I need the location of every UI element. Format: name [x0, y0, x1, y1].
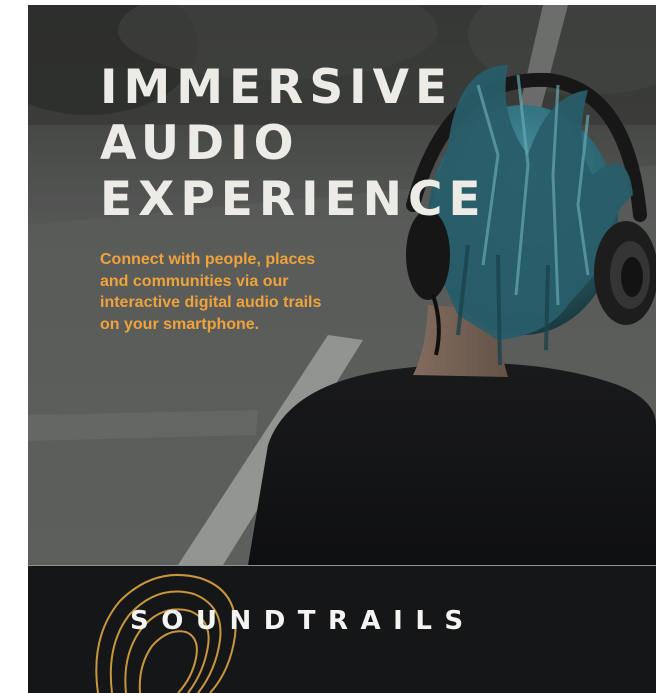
hero-photo: IMMERSIVE AUDIO EXPERIENCE Connect with … [28, 5, 656, 565]
footer-banner: SOUNDTRAILS [28, 566, 656, 693]
tagline: Connect with people, places and communit… [100, 249, 390, 335]
headline-line: EXPERIENCE [100, 172, 487, 227]
brand-wordmark: SOUNDTRAILS [130, 606, 476, 636]
headline: IMMERSIVE AUDIO EXPERIENCE [100, 60, 487, 228]
headline-line: IMMERSIVE [100, 60, 454, 115]
headline-line: AUDIO [100, 116, 300, 171]
tagline-line: on your smartphone. [100, 315, 260, 333]
tagline-line: Connect with people, places [100, 251, 316, 268]
poster: IMMERSIVE AUDIO EXPERIENCE Connect with … [28, 5, 656, 693]
tagline-line: interactive digital audio trails [100, 294, 322, 311]
tagline-line: and communities via our [100, 272, 289, 290]
